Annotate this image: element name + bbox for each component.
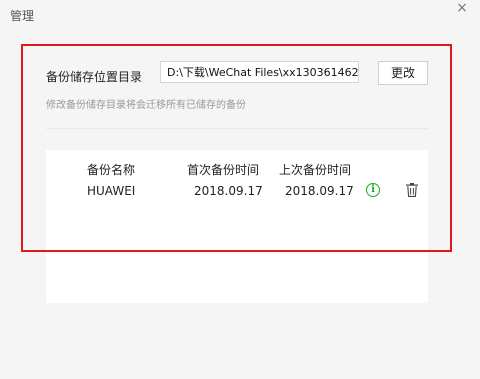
backup-path-field[interactable] — [160, 61, 359, 83]
column-header-first-backup: 首次备份时间 — [187, 163, 260, 177]
trash-icon[interactable] — [406, 183, 418, 197]
info-icon[interactable]: i — [366, 183, 380, 197]
backup-location-hint: 修改备份储存目录将会迁移所有已储存的备份 — [46, 100, 246, 111]
window-titlebar: 管理 × — [0, 0, 480, 28]
change-button[interactable]: 更改 — [378, 61, 428, 85]
column-header-name: 备份名称 — [87, 163, 136, 177]
backup-name: HUAWEI — [87, 184, 136, 198]
last-backup-time: 2018.09.17 — [285, 184, 354, 198]
first-backup-time: 2018.09.17 — [194, 184, 263, 198]
close-icon[interactable]: × — [455, 1, 469, 15]
backup-location-label: 备份储存位置目录 — [46, 70, 143, 84]
divider — [46, 128, 428, 129]
column-header-last-backup: 上次备份时间 — [279, 163, 352, 177]
window-title: 管理 — [10, 9, 35, 23]
